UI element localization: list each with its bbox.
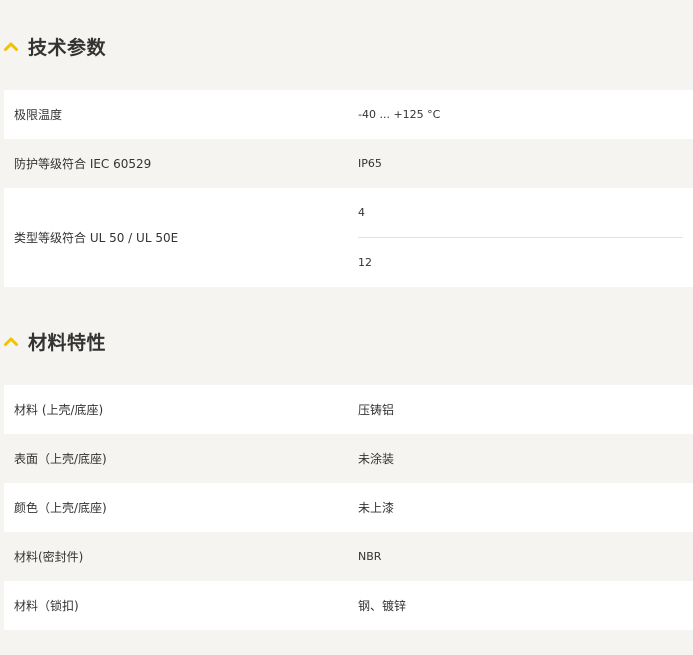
material-properties-table: 材料 (上壳/底座) 压铸铝 表面（上壳/底座) 未涂装 颜色（上壳/底座) 未… <box>4 385 693 630</box>
row-value: 压铸铝 <box>358 403 395 417</box>
row-value: -40 ... +125 °C <box>358 108 441 121</box>
row-label: 表面（上壳/底座) <box>14 452 107 466</box>
row-value: 4 <box>358 188 683 238</box>
row-label: 材料(密封件) <box>14 550 84 564</box>
section-title: 技术参数 <box>28 36 107 59</box>
chevron-up-icon <box>4 337 18 346</box>
table-row: 表面（上壳/底座) 未涂装 <box>4 434 693 483</box>
row-label: 类型等级符合 UL 50 / UL 50E <box>14 231 179 245</box>
table-row: 材料(密封件) NBR <box>4 532 693 581</box>
table-row: 材料 (上壳/底座) 压铸铝 <box>4 385 693 434</box>
table-row: 防护等级符合 IEC 60529 IP65 <box>4 139 693 188</box>
row-label: 颜色（上壳/底座) <box>14 501 107 515</box>
row-label: 极限温度 <box>14 108 63 122</box>
chevron-up-icon <box>4 42 18 51</box>
row-value: 钢、镀锌 <box>358 599 407 613</box>
tech-params-table: 极限温度 -40 ... +125 °C 防护等级符合 IEC 60529 IP… <box>4 90 693 287</box>
row-value: IP65 <box>358 157 382 170</box>
row-label: 防护等级符合 IEC 60529 <box>14 157 152 171</box>
table-row: 类型等级符合 UL 50 / UL 50E 4 12 <box>4 188 693 287</box>
table-row: 颜色（上壳/底座) 未上漆 <box>4 483 693 532</box>
table-row: 极限温度 -40 ... +125 °C <box>4 90 693 139</box>
section-title: 材料特性 <box>28 331 107 354</box>
row-value: 未涂装 <box>358 452 395 466</box>
row-value: 未上漆 <box>358 501 395 515</box>
row-value-list: 4 12 <box>348 188 693 287</box>
row-value: 12 <box>358 256 372 269</box>
row-value: NBR <box>358 550 382 563</box>
table-row: 材料（锁扣) 钢、镀锌 <box>4 581 693 630</box>
row-label: 材料（锁扣) <box>14 599 79 613</box>
row-label: 材料 (上壳/底座) <box>14 403 104 417</box>
section-header-tech-params[interactable]: 技术参数 <box>4 31 106 61</box>
section-header-material-properties[interactable]: 材料特性 <box>4 326 106 356</box>
